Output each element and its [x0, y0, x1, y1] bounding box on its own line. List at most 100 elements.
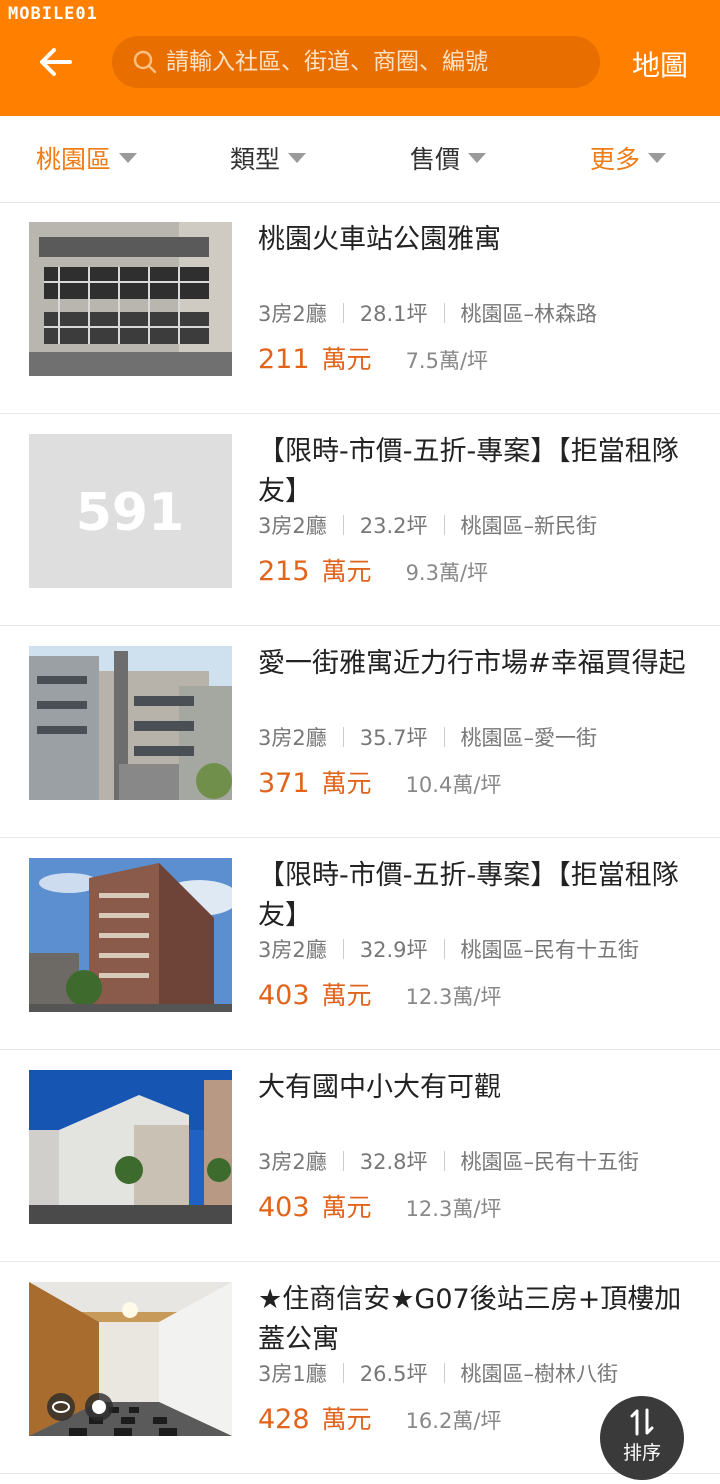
divider	[342, 727, 344, 747]
price-value: 211	[258, 344, 310, 375]
watermark: MOBILE01	[8, 4, 98, 24]
listing-size: 32.9坪	[359, 938, 428, 962]
listing-meta: 3房1廳 26.5坪 桃園區–樹林八街	[258, 1358, 618, 1388]
listing-card[interactable]: 大有國中小大有可觀 3房2廳 32.8坪 桃園區–民有十五街 403 萬元 12…	[0, 1050, 720, 1262]
divider	[342, 303, 344, 323]
caret-down-icon	[288, 153, 307, 163]
listing-price: 403 萬元 12.3萬/坪	[258, 976, 501, 1012]
listing-card[interactable]: 愛一街雅寓近力行市場#幸福買得起 3房2廳 35.7坪 桃園區–愛一街 371 …	[0, 626, 720, 838]
divider	[342, 1363, 344, 1383]
listing-price: 403 萬元 12.3萬/坪	[258, 1188, 501, 1224]
listing-meta: 3房2廳 28.1坪 桃園區–林森路	[258, 298, 597, 328]
unit-price: 10.4萬/坪	[405, 773, 502, 797]
listing-rooms: 3房2廳	[258, 938, 327, 962]
filter-more[interactable]: 更多	[590, 140, 667, 176]
listing-location: 桃園區–民有十五街	[460, 1150, 640, 1174]
listing-rooms: 3房1廳	[258, 1362, 327, 1386]
price-value: 403	[258, 1192, 310, 1223]
filter-label: 桃園區	[36, 145, 112, 174]
filter-district[interactable]: 桃園區	[36, 140, 138, 176]
listing-price: 371 萬元 10.4萬/坪	[258, 764, 501, 800]
price-unit: 萬元	[321, 981, 372, 1010]
placeholder-logo: 591	[76, 483, 185, 543]
listing-title: 大有國中小大有可觀	[258, 1072, 501, 1103]
listing-size: 23.2坪	[359, 514, 428, 538]
listing-price: 215 萬元 9.3萬/坪	[258, 552, 488, 588]
listing-meta: 3房2廳 23.2坪 桃園區–新民街	[258, 510, 597, 540]
map-button[interactable]: 地圖	[632, 44, 688, 84]
listing-title: 【限時-市價-五折-專案】【拒當租隊友】	[258, 860, 679, 931]
search-input[interactable]	[164, 48, 588, 76]
divider	[342, 939, 344, 959]
search-bar[interactable]	[112, 36, 600, 88]
listing-photo	[29, 1070, 232, 1224]
price-value: 371	[258, 768, 310, 799]
price-unit: 萬元	[321, 1405, 372, 1434]
listing-location: 桃園區–新民街	[460, 514, 598, 538]
listing-location: 桃園區–民有十五街	[460, 938, 640, 962]
listing-size: 32.8坪	[359, 1150, 428, 1174]
listing-card[interactable]: 591 【限時-市價-五折-專案】【拒當租隊友】 3房2廳 23.2坪 桃園區–…	[0, 414, 720, 626]
sort-label: 排序	[622, 1442, 661, 1464]
filter-label: 更多	[590, 145, 641, 174]
caret-down-icon	[119, 153, 138, 163]
price-value: 428	[258, 1404, 310, 1435]
listing-title: 【限時-市價-五折-專案】【拒當租隊友】	[258, 436, 679, 507]
app-header: MOBILE01 地圖	[0, 0, 720, 116]
listing-size: 35.7坪	[359, 726, 428, 750]
listing-price: 428 萬元 16.2萬/坪	[258, 1400, 501, 1436]
price-value: 403	[258, 980, 310, 1011]
sort-button[interactable]: 排序	[600, 1396, 684, 1480]
unit-price: 12.3萬/坪	[405, 985, 502, 1009]
price-unit: 萬元	[321, 557, 372, 586]
listing-rooms: 3房2廳	[258, 302, 327, 326]
listing-photo	[29, 1282, 232, 1436]
back-arrow-icon[interactable]	[36, 42, 76, 82]
divider	[443, 515, 445, 535]
listing-title: 愛一街雅寓近力行市場#幸福買得起	[258, 648, 686, 679]
filter-price[interactable]: 售價	[410, 140, 487, 176]
listing-card[interactable]: 桃園火車站公園雅寓 3房2廳 28.1坪 桃園區–林森路 211 萬元 7.5萬…	[0, 202, 720, 414]
unit-price: 9.3萬/坪	[405, 561, 489, 585]
listing-photo	[29, 858, 232, 1012]
filter-label: 售價	[410, 145, 461, 174]
divider	[443, 1363, 445, 1383]
price-value: 215	[258, 556, 310, 587]
listing-meta: 3房2廳 35.7坪 桃園區–愛一街	[258, 722, 597, 752]
divider	[443, 303, 445, 323]
divider	[342, 515, 344, 535]
sort-icon	[630, 1408, 654, 1436]
listing-photo-placeholder: 591	[29, 434, 232, 588]
price-unit: 萬元	[321, 345, 372, 374]
divider	[342, 1151, 344, 1171]
unit-price: 12.3萬/坪	[405, 1197, 502, 1221]
listing-meta: 3房2廳 32.9坪 桃園區–民有十五街	[258, 934, 639, 964]
listing-photo	[29, 222, 232, 376]
listing-rooms: 3房2廳	[258, 1150, 327, 1174]
listing-location: 桃園區–愛一街	[460, 726, 598, 750]
listing-size: 28.1坪	[359, 302, 428, 326]
listing-title: ★住商信安★G07後站三房+頂樓加蓋公寓	[258, 1284, 682, 1355]
caret-down-icon	[468, 153, 487, 163]
caret-down-icon	[648, 153, 667, 163]
divider	[443, 1151, 445, 1171]
listing-list: 桃園火車站公園雅寓 3房2廳 28.1坪 桃園區–林森路 211 萬元 7.5萬…	[0, 202, 720, 1474]
filter-bar: 桃園區 類型 售價 更多	[0, 116, 720, 203]
listing-title: 桃園火車站公園雅寓	[258, 224, 501, 255]
listing-location: 桃園區–林森路	[460, 302, 598, 326]
listing-photo	[29, 646, 232, 800]
price-unit: 萬元	[321, 1193, 372, 1222]
listing-rooms: 3房2廳	[258, 726, 327, 750]
listing-size: 26.5坪	[359, 1362, 428, 1386]
divider	[443, 939, 445, 959]
filter-label: 類型	[230, 145, 281, 174]
unit-price: 7.5萬/坪	[405, 349, 489, 373]
search-icon	[133, 50, 157, 74]
listing-location: 桃園區–樹林八街	[460, 1362, 619, 1386]
listing-meta: 3房2廳 32.8坪 桃園區–民有十五街	[258, 1146, 639, 1176]
listing-rooms: 3房2廳	[258, 514, 327, 538]
listing-card[interactable]: 【限時-市價-五折-專案】【拒當租隊友】 3房2廳 32.9坪 桃園區–民有十五…	[0, 838, 720, 1050]
filter-type[interactable]: 類型	[230, 140, 307, 176]
price-unit: 萬元	[321, 769, 372, 798]
divider	[443, 727, 445, 747]
